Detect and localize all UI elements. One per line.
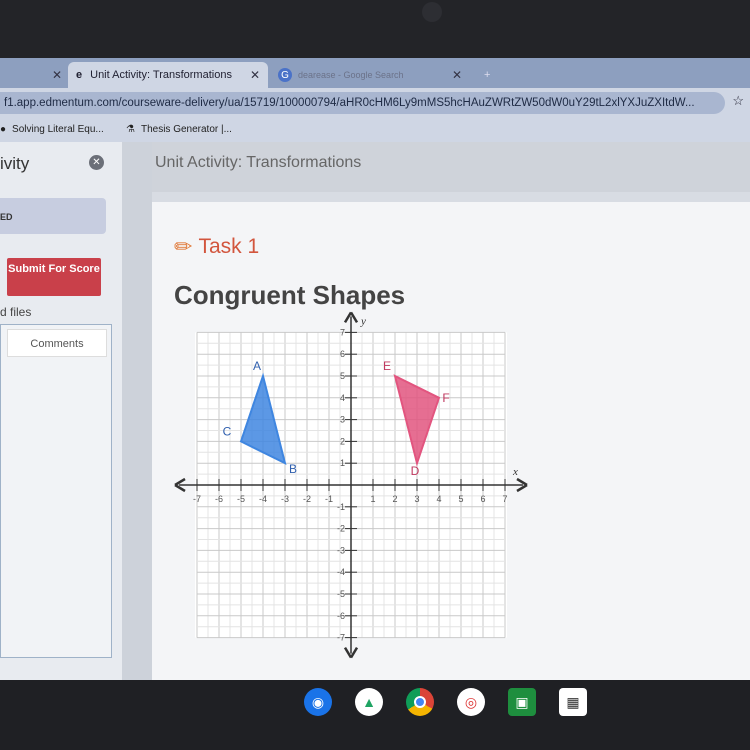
divider — [122, 142, 152, 680]
y-tick-label: -5 — [337, 589, 345, 599]
webcam — [422, 2, 442, 22]
y-axis-label: y — [360, 315, 366, 327]
page-header: Unit Activity: Transformations — [152, 142, 750, 192]
new-tab-button[interactable]: + — [476, 62, 498, 88]
vertex-label-f: F — [442, 391, 449, 405]
submit-for-score-button[interactable]: Submit For Score — [7, 258, 101, 296]
bookmark-thesis-generator[interactable]: ⚗ Thesis Generator |... — [126, 124, 232, 135]
tab-google-search[interactable]: Gdearease - Google Search ✕ — [270, 62, 470, 88]
x-tick-label: -5 — [237, 494, 245, 504]
x-tick-label: 2 — [392, 494, 397, 504]
vertex-label-b: B — [289, 462, 297, 476]
url-input[interactable]: f1.app.edmentum.com/courseware-delivery/… — [0, 92, 725, 114]
address-bar-area: f1.app.edmentum.com/courseware-delivery/… — [0, 88, 750, 118]
bookmark-label: Solving Literal Equ... — [12, 124, 104, 135]
x-tick-label: -3 — [281, 494, 289, 504]
x-tick-label: 5 — [458, 494, 463, 504]
tab-label: dearease - Google Search — [298, 70, 404, 80]
y-tick-label: -3 — [337, 545, 345, 555]
bookmark-label: Thesis Generator |... — [140, 124, 232, 135]
y-tick-label: 2 — [340, 436, 345, 446]
y-tick-label: 5 — [340, 371, 345, 381]
sidebar-title: ivity — [0, 154, 30, 173]
x-tick-label: -7 — [193, 494, 201, 504]
camera-icon[interactable]: ◉ — [304, 688, 332, 716]
close-icon[interactable]: ✕ — [89, 155, 104, 170]
x-tick-label: -6 — [215, 494, 223, 504]
y-tick-label: 7 — [340, 327, 345, 337]
tab-bar: ✕ e Unit Activity: Transformations ✕ Gdear… — [0, 58, 750, 88]
y-tick-label: 4 — [340, 393, 345, 403]
screen-bezel — [0, 0, 750, 58]
close-icon[interactable]: ✕ — [452, 68, 462, 82]
x-tick-label: 1 — [370, 494, 375, 504]
x-tick-label: 4 — [436, 494, 441, 504]
x-tick-label: 6 — [480, 494, 485, 504]
y-tick-label: -2 — [337, 524, 345, 534]
close-icon[interactable]: ✕ — [52, 68, 62, 82]
activity-content: ✏ Task 1 Congruent Shapes x y -7 -6 -5 -4 -3 -2-… — [152, 202, 750, 680]
record-icon[interactable]: ◎ — [457, 688, 485, 716]
qr-icon[interactable]: ▦ — [559, 688, 587, 716]
x-tick-label: -1 — [325, 494, 333, 504]
status-badge: ED — [0, 198, 106, 234]
vertex-label-a: A — [253, 359, 261, 373]
y-tick-label: 6 — [340, 349, 345, 359]
vertex-label-e: E — [383, 359, 391, 373]
y-tick-label: -1 — [337, 502, 345, 512]
bookmark-solving-literal[interactable]: ● Solving Literal Equ... — [0, 124, 104, 135]
chrome-icon[interactable] — [406, 688, 434, 716]
bookmarks-bar: ● Solving Literal Equ... ⚗ Thesis Generato… — [0, 118, 750, 142]
comments-tab[interactable]: Comments — [7, 329, 107, 357]
google-icon: G — [278, 68, 292, 82]
x-tick-label: 3 — [414, 494, 419, 504]
close-icon[interactable]: ✕ — [250, 68, 260, 82]
y-tick-label: -7 — [337, 633, 345, 643]
taskbar: ◉ ▲ ◎ ▣ ▦ — [0, 680, 750, 750]
x-tick-label: -4 — [259, 494, 267, 504]
star-icon[interactable]: ☆ — [732, 93, 744, 109]
y-tick-label: -6 — [337, 611, 345, 621]
tab-label: Unit Activity: Transformations — [90, 69, 232, 81]
vertex-label-c: C — [223, 424, 232, 438]
edmentum-icon: e — [76, 69, 83, 81]
page: ivity ✕ ED Submit For Score d files Comm… — [0, 142, 750, 680]
tab-previous[interactable]: ✕ — [0, 62, 70, 88]
classroom-icon[interactable]: ▣ — [508, 688, 536, 716]
coordinate-graph: x y -7 -6 -5 -4 -3 -2 -1 1 2 3 4 5 6 7 -7 -6 -5 -4 -3 -2 -1 1 2 3… — [174, 311, 528, 659]
vertex-label-d: D — [411, 464, 420, 478]
flask-icon: ⚗ — [126, 124, 135, 135]
sidebar: ivity ✕ ED Submit For Score d files Comm… — [0, 142, 122, 680]
tab-unit-activity[interactable]: e Unit Activity: Transformations ✕ — [68, 62, 268, 88]
bookmark-icon: ● — [0, 124, 7, 135]
y-tick-label: 3 — [340, 415, 345, 425]
y-tick-label: -4 — [337, 567, 345, 577]
x-axis-label: x — [512, 466, 518, 478]
x-tick-label: 7 — [502, 494, 507, 504]
drive-icon[interactable]: ▲ — [355, 688, 383, 716]
y-tick-label: 1 — [340, 458, 345, 468]
x-tick-label: -2 — [303, 494, 311, 504]
files-label: d files — [0, 305, 32, 319]
comments-panel: Comments — [0, 324, 112, 658]
